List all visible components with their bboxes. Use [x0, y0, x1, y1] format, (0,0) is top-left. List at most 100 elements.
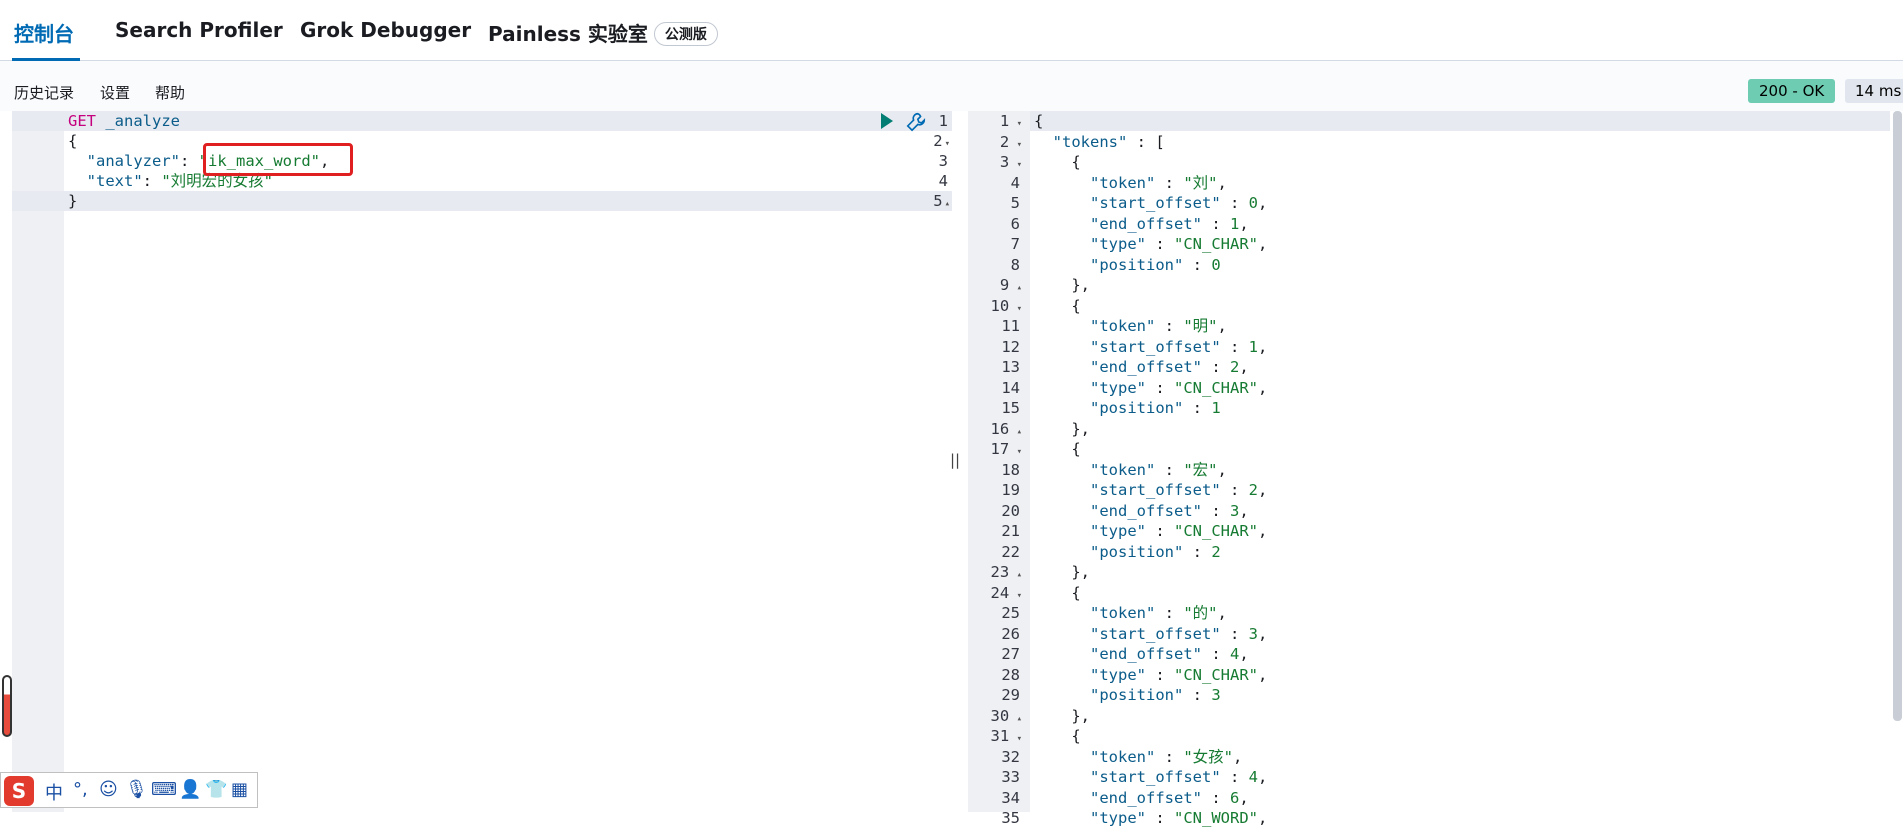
grid-icon[interactable]: ▦	[231, 779, 248, 800]
response-line: "tokens" : [	[1052, 132, 1165, 151]
response-line: "position" : 1	[1090, 399, 1221, 417]
response-line: "token" : "的",	[1090, 604, 1227, 622]
tab-grok-debugger[interactable]: Grok Debugger	[300, 18, 471, 42]
line-number: 9 ▴	[999, 276, 1022, 294]
response-line: "type" : "CN_CHAR",	[1090, 378, 1268, 397]
pane-resize-handle[interactable]: ||	[950, 451, 960, 469]
settings-link[interactable]: 设置	[100, 82, 130, 103]
line-number: 5 ▴	[933, 192, 950, 210]
line-number: 21	[1001, 522, 1020, 540]
status-badge: 200 - OK	[1748, 79, 1836, 103]
line-number: 32	[1001, 747, 1020, 766]
line-number: 13	[1001, 358, 1020, 376]
left-scroll-indicator[interactable]	[2, 675, 12, 737]
emoji-icon[interactable]: ☺	[99, 779, 118, 800]
response-line: },	[1034, 706, 1090, 725]
send-request-icon[interactable]	[881, 113, 893, 129]
line-number: 3	[938, 152, 948, 170]
line-number: 1 ▾	[999, 112, 1022, 130]
line-number: 23 ▴	[990, 563, 1022, 581]
endpoint: _analyze	[105, 112, 180, 130]
line-number: 18	[1001, 460, 1020, 479]
highlight-annotation-box	[203, 143, 353, 176]
line-number: 14	[1001, 378, 1020, 397]
response-line: "type" : "CN_WORD",	[1090, 809, 1268, 827]
line-number: 30 ▴	[990, 706, 1022, 725]
text-key: "text"	[86, 172, 143, 190]
line-number: 15	[1001, 399, 1020, 417]
response-time-badge: 14 ms	[1845, 79, 1903, 103]
ime-mode-toggle[interactable]: 中	[45, 779, 63, 805]
tab-console[interactable]: 控制台	[14, 18, 74, 47]
line-number: 34	[1001, 788, 1020, 807]
microphone-icon[interactable]: 🎙	[125, 779, 148, 800]
user-icon[interactable]: 👤	[179, 779, 201, 800]
line-number: 29	[1001, 686, 1020, 704]
response-viewer: 1 ▾ 2 ▾ 3 ▾ 4 5 6 7 8 9 ▴ 10 ▾ 11 12 13 14 15 16 ▴ 17 ▾ 1…	[968, 111, 1890, 827]
response-scrollbar[interactable]	[1893, 111, 1902, 721]
analyzer-key: "analyzer"	[86, 152, 180, 170]
tab-painless-lab[interactable]: Painless 实验室 公测版	[488, 18, 718, 48]
line-number: 8	[1010, 255, 1020, 274]
response-line: "end_offset" : 4,	[1090, 645, 1249, 663]
response-line: "token" : "刘",	[1090, 173, 1227, 192]
console-toolbar	[0, 61, 1903, 111]
help-link[interactable]: 帮助	[155, 82, 185, 103]
ime-punct-toggle[interactable]: °,	[73, 779, 88, 800]
shirt-icon[interactable]: 👕	[205, 779, 227, 800]
tab-painless-label: Painless 实验室	[488, 22, 648, 46]
response-highlight-current	[1030, 111, 1890, 131]
response-line: "end_offset" : 3,	[1090, 501, 1249, 520]
response-line: "start_offset" : 0,	[1090, 194, 1268, 212]
line-number: 5	[1010, 194, 1020, 212]
response-line: {	[1034, 440, 1081, 458]
history-link[interactable]: 历史记录	[14, 82, 74, 103]
top-tab-bar: 控制台 Search Profiler Grok Debugger Painle…	[0, 0, 1903, 61]
beta-badge: 公测版	[653, 21, 718, 46]
response-line: {	[1034, 112, 1044, 130]
request-editor[interactable]: 1 2 ▾ 3 4 5 ▴ GET _analyze { "analyzer": "…	[12, 111, 952, 812]
response-line: },	[1034, 419, 1090, 438]
response-line: "position" : 2	[1090, 542, 1221, 561]
response-line: "end_offset" : 1,	[1090, 214, 1249, 233]
response-line: "token" : "宏",	[1090, 460, 1227, 479]
response-line: "start_offset" : 4,	[1090, 768, 1268, 786]
line-number: 27	[1001, 645, 1020, 663]
line-number: 26	[1001, 624, 1020, 643]
wrench-icon[interactable]	[905, 111, 927, 133]
response-line: "position" : 3	[1090, 686, 1221, 704]
tab-search-profiler[interactable]: Search Profiler	[115, 18, 283, 42]
request-highlight-current	[12, 191, 952, 211]
response-line: "type" : "CN_CHAR",	[1090, 522, 1268, 540]
response-line: {	[1034, 296, 1081, 315]
line-number: 28	[1001, 665, 1020, 684]
line-number: 17 ▾	[990, 440, 1022, 458]
line-number: 4	[938, 172, 948, 190]
response-line: "end_offset" : 6,	[1090, 788, 1249, 807]
response-line: "start_offset" : 3,	[1090, 624, 1268, 643]
response-line: },	[1034, 276, 1090, 294]
line-number: 6	[1010, 214, 1020, 233]
line-number: 25	[1001, 604, 1020, 622]
line-number: 31 ▾	[990, 727, 1022, 745]
response-line: },	[1034, 563, 1090, 581]
response-line: "token" : "明",	[1090, 317, 1227, 335]
line-number: 4	[1010, 173, 1020, 192]
line-number: 2 ▾	[933, 132, 950, 150]
line-number: 35	[1001, 809, 1020, 827]
response-line: {	[1034, 153, 1081, 171]
http-method: GET	[68, 112, 96, 130]
line-number: 19	[1001, 481, 1020, 499]
response-line: "start_offset" : 1,	[1090, 337, 1268, 356]
line-number: 16 ▴	[990, 419, 1022, 438]
response-line: "start_offset" : 2,	[1090, 481, 1268, 499]
keyboard-icon[interactable]: ⌨	[151, 779, 177, 800]
line-number: 10 ▾	[990, 296, 1022, 315]
request-gutter	[12, 111, 64, 812]
response-line: "token" : "女孩",	[1090, 747, 1243, 766]
response-line: "position" : 0	[1090, 255, 1221, 274]
line-number: 12	[1001, 337, 1020, 356]
request-line-open: {	[68, 132, 78, 150]
sogou-logo-icon[interactable]: S	[4, 776, 34, 806]
line-number: 3 ▾	[999, 153, 1022, 171]
